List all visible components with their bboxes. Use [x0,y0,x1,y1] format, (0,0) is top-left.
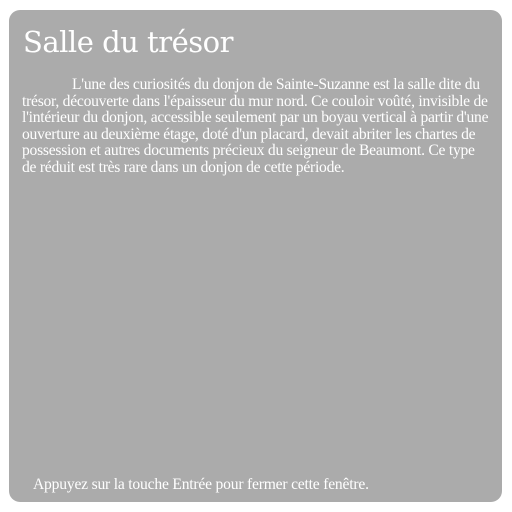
dialog-title: Salle du trésor [23,25,233,59]
info-dialog[interactable]: Salle du trésor L'une des curiosités du … [9,10,502,502]
dialog-body-text: L'une des curiosités du donjon de Sainte… [22,76,489,176]
close-hint: Appuyez sur la touche Entrée pour fermer… [33,476,369,493]
